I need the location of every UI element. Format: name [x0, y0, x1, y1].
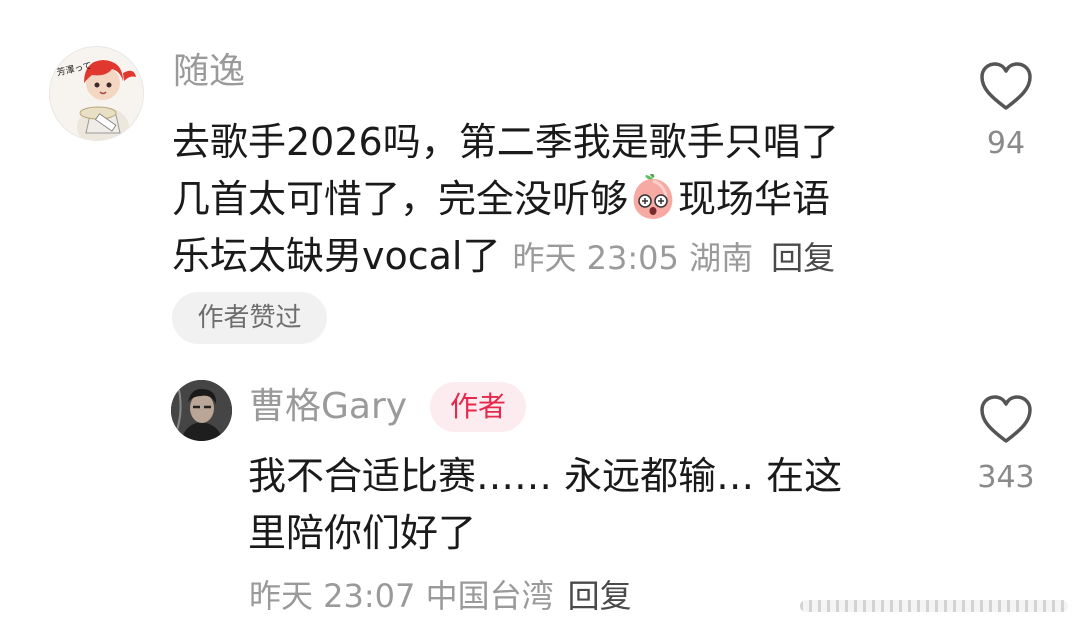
comment-text: 去歌手2026吗，第二季我是歌手只唱了 几首太可惜了，完全没听够 现场华语 乐坛… [172, 114, 912, 287]
comment-time: 昨天 23:05 [512, 239, 679, 277]
comment-username[interactable]: 曹格Gary [249, 385, 407, 429]
comment-meta: 昨天 23:07 中国台湾 回复 [249, 574, 632, 618]
like-heart-icon[interactable] [978, 60, 1034, 112]
user-avatar-gary[interactable] [171, 380, 232, 441]
anime-avatar-image: 芳澤って [50, 47, 143, 140]
like-count: 343 [977, 460, 1035, 495]
comment-text-line: 去歌手2026吗，第二季我是歌手只唱了 [172, 120, 839, 164]
peach-shocked-emoji-icon [633, 174, 673, 219]
user-avatar-suiyi[interactable]: 芳澤って [49, 46, 144, 141]
comment-text-line: 几首太可惜了，完全没听够 现场华语 [172, 171, 912, 228]
comment-text-segment: 几首太可惜了，完全没听够 [172, 177, 629, 221]
comment-text-line: 我不合适比赛…… 永远都输… 在这 [248, 454, 843, 498]
comment-location: 湖南 [689, 239, 754, 277]
comment-location: 中国台湾 [425, 577, 554, 615]
comment-time: 昨天 23:07 [249, 577, 416, 615]
comment-text-segment: 现场华语 [678, 177, 831, 221]
horizontal-scroll-indicator [800, 600, 1068, 612]
author-tag: 作者 [430, 382, 526, 432]
like-heart-icon[interactable] [978, 393, 1034, 445]
comment-text-line: 乐坛太缺男vocal了 昨天 23:05 湖南 回复 [172, 228, 912, 287]
comment-text-line: 里陪你们好了 [248, 511, 477, 555]
comment-meta: 昨天 23:05 湖南 回复 [512, 239, 835, 277]
comment-text: 我不合适比赛…… 永远都输… 在这 里陪你们好了 [248, 448, 928, 562]
comment-username[interactable]: 随逸 [173, 50, 245, 94]
comment-text-segment: 乐坛太缺男vocal了 [172, 234, 501, 278]
reply-button[interactable]: 回复 [771, 239, 835, 277]
profile-photo-image [171, 380, 232, 441]
like-count: 94 [986, 126, 1026, 161]
reply-button[interactable]: 回复 [568, 577, 632, 615]
author-liked-badge: 作者赞过 [172, 292, 327, 344]
